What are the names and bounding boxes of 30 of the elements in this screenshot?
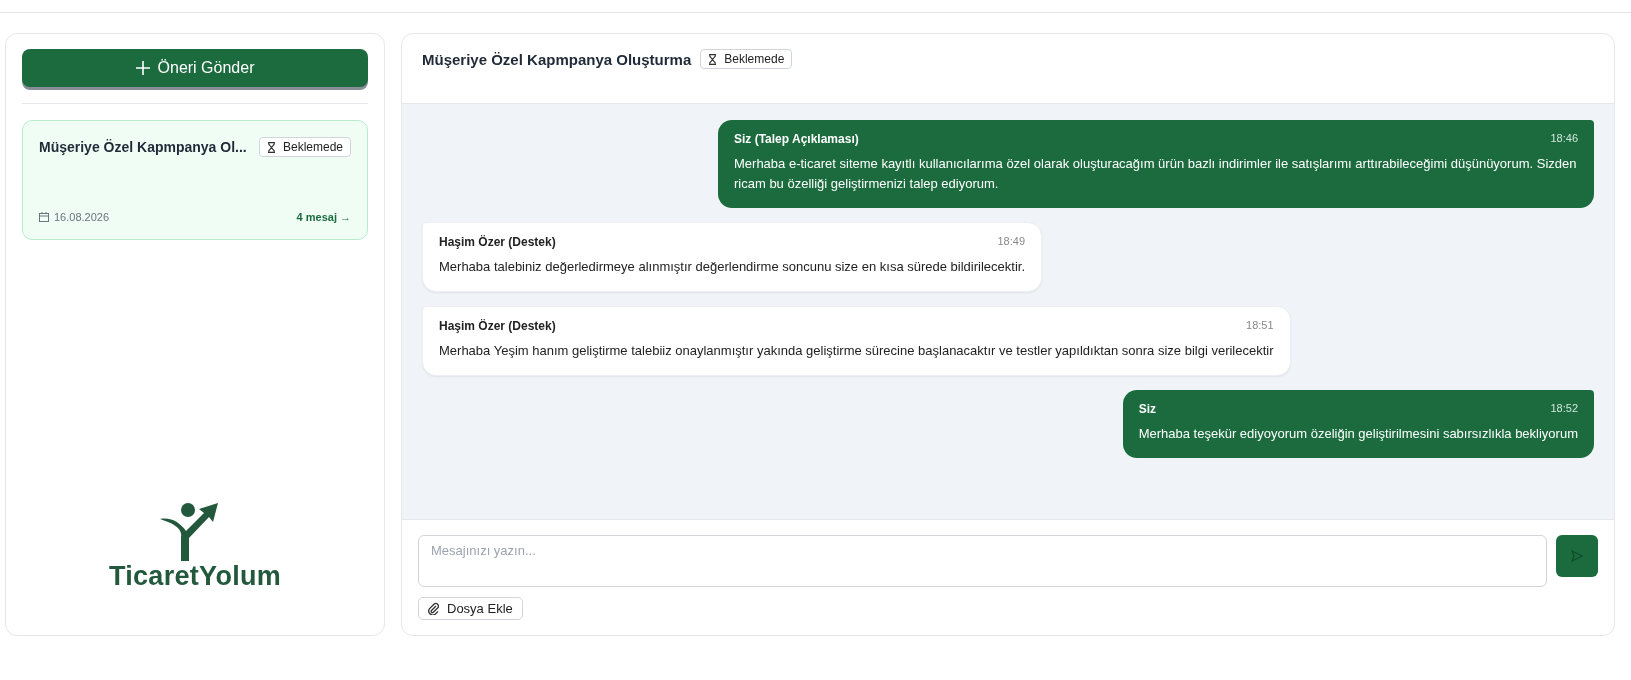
message-text: Merhaba talebiniz değerledirmeye alınmıştır değerlendirme soncunu size en kısa sürede bildirilecektir. — [439, 258, 1025, 276]
conversation-title: Müşeriye Özel Kapmpanya Oluşturma — [422, 50, 692, 70]
status-text: Beklemede — [282, 140, 343, 154]
message-time: 18:49 — [997, 235, 1025, 249]
message-input[interactable]: Mesajınızı yazın... — [418, 535, 1547, 587]
send-button[interactable] — [1556, 535, 1598, 577]
sender-name: Haşim Özer (Destek) — [439, 235, 556, 249]
message-text: Merhaba teşekür ediyoyorum özeliğin geliştirilmesini sabırsızlıkla bekliyorum — [1138, 425, 1578, 443]
sender-name: Haşim Özer (Destek) — [439, 319, 556, 333]
message-time: 18:52 — [1550, 402, 1578, 416]
status-text: Beklemede — [724, 52, 785, 66]
message-text: Merhaba Yeşim hanım geliştirme talebiiz onaylanmıştır yakında geliştirme sürecine başlanacaktır ve testler yapıldıktan sonra size bilgi verilecektir — [439, 342, 1274, 360]
hourglass-icon — [708, 53, 718, 65]
ticket-title: Müşeriye Özel Kapmpanya Ol... — [39, 139, 247, 155]
calendar-icon — [39, 212, 49, 222]
paperclip-icon — [428, 602, 439, 615]
send-icon — [1571, 550, 1583, 562]
logo-text: TicaretYolum — [108, 561, 282, 592]
attach-file-button[interactable]: Dosya Ekle — [418, 597, 523, 620]
ticket-date: 16.08.2026 — [54, 211, 110, 223]
message-time: 18:46 — [1550, 132, 1578, 146]
sender-name: Siz — [1138, 402, 1157, 416]
send-suggestion-button[interactable]: Öneri Gönder — [22, 49, 368, 87]
plus-icon — [135, 61, 150, 75]
message-count: 4 mesaj → — [296, 211, 351, 223]
message-time: 18:51 — [1246, 319, 1274, 333]
message-text: Merhaba e-ticaret siteme kayıtlı kullanıcılarıma özel olarak oluşturacağım ürün bazlı indirimler ile satışlarımı arttırabileceğimi düşünüyorum. Sizden ricam bu özelliği geliştirmenizi talep ediyorum. — [734, 155, 1578, 193]
hourglass-icon — [266, 141, 276, 153]
ticket-card[interactable]: Müşeriye Özel Kapmpanya Ol... Beklemede 16.08.2026 4 mesaj → — [22, 120, 368, 240]
sender-name: Siz (Talep Açıklaması) — [734, 132, 859, 146]
